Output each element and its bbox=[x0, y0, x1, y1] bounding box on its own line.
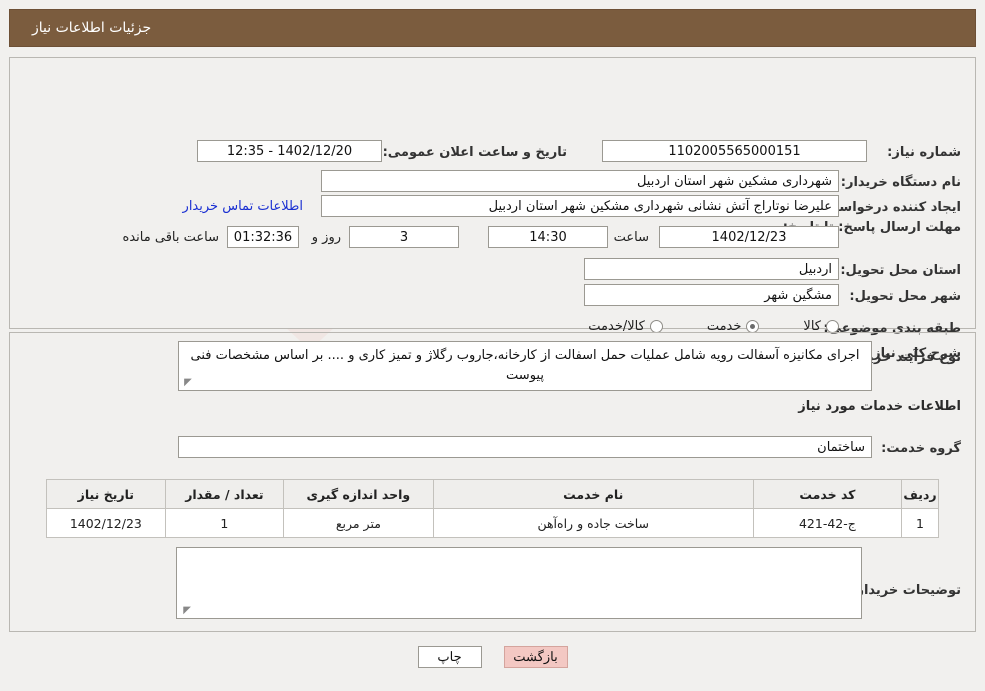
deadline-date-value: 1402/12/23 bbox=[659, 226, 839, 248]
cell-index: 1 bbox=[901, 508, 939, 538]
col-qty: تعداد / مقدار bbox=[164, 479, 285, 509]
need-number-value: 1102005565000151 bbox=[602, 140, 867, 162]
services-section-title: اطلاعات خدمات مورد نیاز bbox=[798, 399, 961, 414]
description-textarea[interactable]: اجرای مکانیزه آسفالت رویه شامل عملیات حم… bbox=[178, 341, 872, 391]
cell-unit: متر مربع bbox=[283, 508, 434, 538]
buyer-org-value: شهرداری مشکین شهر استان اردبیل bbox=[321, 170, 839, 192]
table-header-row: ردیف کد خدمت نام خدمت واحد اندازه گیری ت… bbox=[46, 479, 939, 509]
col-code: کد خدمت bbox=[752, 479, 903, 509]
services-table: ردیف کد خدمت نام خدمت واحد اندازه گیری ت… bbox=[46, 479, 939, 538]
requester-value: علیرضا نوتاراج آتش نشانی شهرداری مشکین ش… bbox=[321, 195, 839, 217]
description-label: شرح کلی نیاز: bbox=[867, 346, 961, 361]
deadline-hour-label: ساعت bbox=[613, 230, 649, 245]
countdown-label: ساعت باقی مانده bbox=[122, 230, 219, 245]
deadline-hour-value: 14:30 bbox=[488, 226, 608, 248]
buyer-contact-link[interactable]: اطلاعات تماس خریدار bbox=[183, 199, 303, 214]
buyer-notes-textarea[interactable]: ◤ bbox=[176, 547, 862, 619]
print-button[interactable]: چاپ bbox=[417, 646, 482, 668]
requester-label: ایجاد کننده درخواست: bbox=[820, 200, 961, 215]
description-text: اجرای مکانیزه آسفالت رویه شامل عملیات حم… bbox=[190, 348, 860, 383]
col-date: تاریخ نیاز bbox=[46, 479, 166, 509]
resize-handle-icon[interactable]: ◤ bbox=[181, 606, 191, 616]
page-title: جزئیات اطلاعات نیاز bbox=[32, 20, 152, 36]
back-button[interactable]: بازگشت bbox=[503, 646, 568, 668]
deadline-label: مهلت ارسال پاسخ: تا تاریخ: bbox=[782, 220, 961, 235]
province-value: اردبیل bbox=[584, 258, 839, 280]
col-unit: واحد اندازه گیری bbox=[283, 479, 434, 509]
col-index: ردیف bbox=[901, 479, 939, 509]
buyer-notes-label: توضیحات خریدار; bbox=[851, 583, 961, 598]
announce-datetime-value: 1402/12/20 - 12:35 bbox=[197, 140, 382, 162]
services-panel: شرح کلی نیاز: اجرای مکانیزه آسفالت رویه … bbox=[9, 332, 976, 632]
action-buttons: بازگشت چاپ bbox=[0, 646, 985, 668]
cell-date: 1402/12/23 bbox=[46, 508, 166, 538]
buyer-org-label: نام دستگاه خریدار: bbox=[840, 175, 961, 190]
service-group-value: ساختمان bbox=[178, 436, 872, 458]
city-value: مشگین شهر bbox=[584, 284, 839, 306]
cell-code: ج-42-421 bbox=[752, 508, 903, 538]
resize-handle-icon[interactable]: ◤ bbox=[183, 378, 193, 388]
city-label: شهر محل تحویل: bbox=[849, 289, 961, 304]
table-row: 1 ج-42-421 ساخت جاده و راه‌آهن متر مربع … bbox=[46, 508, 939, 538]
countdown-value: 01:32:36 bbox=[227, 226, 299, 248]
province-label: استان محل تحویل: bbox=[840, 263, 961, 278]
service-group-label: گروه خدمت: bbox=[881, 441, 961, 456]
need-number-label: شماره نیاز: bbox=[887, 145, 961, 160]
need-details-panel: شماره نیاز: 1102005565000151 تاریخ و ساع… bbox=[9, 57, 976, 365]
announce-datetime-label: تاریخ و ساعت اعلان عمومی: bbox=[382, 145, 567, 160]
remaining-days-value: 3 bbox=[349, 226, 459, 248]
window-titlebar: جزئیات اطلاعات نیاز bbox=[9, 9, 976, 47]
col-name: نام خدمت bbox=[432, 479, 754, 509]
cell-qty: 1 bbox=[164, 508, 285, 538]
remaining-days-label: روز و bbox=[311, 230, 341, 245]
cell-name: ساخت جاده و راه‌آهن bbox=[432, 508, 754, 538]
